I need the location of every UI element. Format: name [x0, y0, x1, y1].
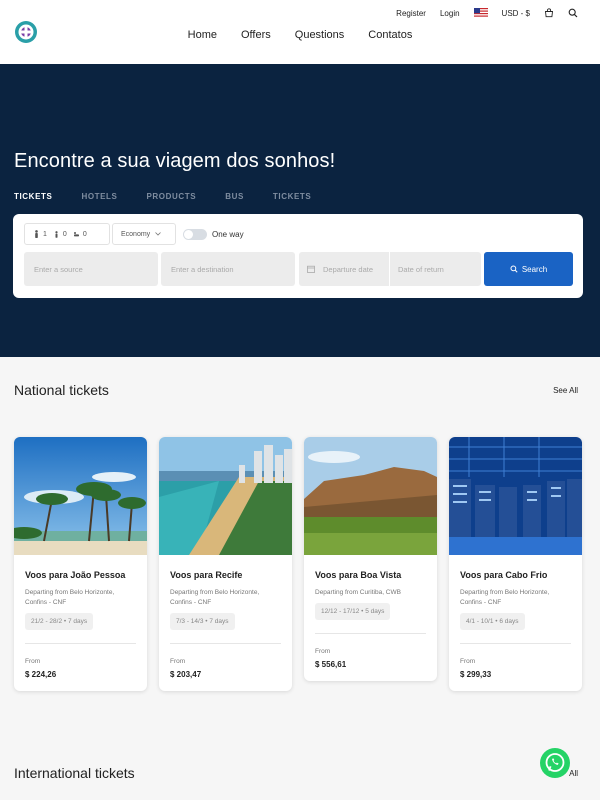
- card-title: Voos para João Pessoa: [25, 570, 126, 580]
- card-title: Voos para Cabo Frio: [460, 570, 548, 580]
- card-from-label: From: [315, 648, 331, 655]
- source-input[interactable]: Enter a source: [24, 252, 158, 286]
- cabin-class-select[interactable]: Economy: [112, 223, 176, 245]
- card-divider: [170, 643, 281, 644]
- destination-image-boa-vista: [304, 437, 437, 555]
- ticket-card[interactable]: Voos para Cabo Frio Departing from Belo …: [449, 437, 582, 691]
- national-tickets-title: National tickets: [14, 382, 109, 398]
- date-divider: [389, 252, 390, 286]
- card-price: $ 224,26: [25, 670, 57, 679]
- child-icon: [55, 231, 58, 238]
- tab-products[interactable]: PRODUCTS: [146, 192, 196, 201]
- ticket-card[interactable]: Voos para João Pessoa Departing from Bel…: [14, 437, 147, 691]
- whatsapp-chat-button[interactable]: [540, 748, 570, 778]
- tab-tickets-2[interactable]: TICKETS: [273, 192, 311, 201]
- whatsapp-icon: [545, 753, 565, 772]
- card-dates-badge: 21/2 - 28/2 • 7 days: [25, 613, 94, 630]
- card-dates-badge: 7/3 - 14/3 • 7 days: [170, 613, 235, 630]
- dates-field[interactable]: Departure date Date of return: [299, 252, 481, 286]
- search-icon: [510, 265, 518, 273]
- hero-banner: Encontre a sua viagem dos sonhos! TICKET…: [0, 64, 600, 357]
- international-see-all-link[interactable]: All: [569, 769, 578, 778]
- card-price: $ 203,47: [170, 670, 202, 679]
- card-route: Departing from Belo Horizonte, Confins -…: [460, 589, 550, 606]
- site-header: Register Login USD - $ Home Offers Quest…: [0, 0, 600, 64]
- search-button[interactable]: Search: [484, 252, 573, 286]
- card-route: Departing from Belo Horizonte, Confins -…: [170, 589, 260, 606]
- card-from-label: From: [25, 658, 41, 665]
- nav-questions[interactable]: Questions: [295, 29, 345, 41]
- search-card: 1 0 0 Economy One way Enter a source Ent…: [13, 214, 583, 298]
- card-divider: [315, 633, 426, 634]
- currency-selector[interactable]: USD - $: [502, 9, 530, 18]
- card-divider: [460, 643, 571, 644]
- login-link[interactable]: Login: [440, 9, 460, 18]
- destination-image-cabo-frio: [449, 437, 582, 555]
- us-flag-icon[interactable]: [473, 8, 488, 18]
- one-way-label: One way: [212, 230, 244, 239]
- ticket-card[interactable]: Voos para Recife Departing from Belo Hor…: [159, 437, 292, 691]
- one-way-toggle[interactable]: [183, 229, 207, 240]
- card-price: $ 299,33: [460, 670, 492, 679]
- card-route: Departing from Curitiba, CWB: [315, 589, 401, 596]
- card-from-label: From: [460, 658, 476, 665]
- tab-tickets[interactable]: TICKETS: [14, 192, 52, 201]
- card-dates-badge: 12/12 - 17/12 • 5 days: [315, 603, 391, 620]
- passenger-selector[interactable]: 1 0 0: [24, 223, 110, 245]
- card-route: Departing from Belo Horizonte, Confins -…: [25, 589, 115, 606]
- tab-bus[interactable]: BUS: [225, 192, 244, 201]
- chevron-down-icon: [155, 232, 161, 236]
- top-links: Register Login USD - $: [396, 8, 578, 18]
- national-see-all-link[interactable]: See All: [553, 386, 578, 395]
- adults-count: 1: [33, 230, 47, 238]
- return-date-input[interactable]: Date of return: [398, 265, 444, 274]
- infant-icon: [73, 232, 79, 237]
- ticket-card[interactable]: Voos para Boa Vista Departing from Curit…: [304, 437, 437, 681]
- card-divider: [25, 643, 136, 644]
- card-title: Voos para Boa Vista: [315, 570, 402, 580]
- card-title: Voos para Recife: [170, 570, 243, 580]
- search-tabs: TICKETS HOTELS PRODUCTS BUS TICKETS: [14, 192, 311, 201]
- infants-count: 0: [73, 230, 87, 238]
- adult-icon: [35, 230, 38, 238]
- nav-offers[interactable]: Offers: [241, 29, 271, 41]
- card-dates-badge: 4/1 - 10/1 • 6 days: [460, 613, 525, 630]
- destination-input[interactable]: Enter a destination: [161, 252, 295, 286]
- calendar-icon: [299, 252, 323, 286]
- hero-title: Encontre a sua viagem dos sonhos!: [14, 150, 336, 172]
- nav-contatos[interactable]: Contatos: [368, 29, 412, 41]
- card-price: $ 556,61: [315, 660, 347, 669]
- card-from-label: From: [170, 658, 186, 665]
- register-link[interactable]: Register: [396, 9, 426, 18]
- destination-image-joao-pessoa: [14, 437, 147, 555]
- destination-image-recife: [159, 437, 292, 555]
- nav-home[interactable]: Home: [188, 29, 217, 41]
- departure-date-input[interactable]: Departure date: [323, 265, 389, 274]
- cart-icon[interactable]: [544, 8, 554, 18]
- tab-hotels[interactable]: HOTELS: [81, 192, 117, 201]
- search-icon[interactable]: [568, 8, 578, 18]
- international-tickets-title: International tickets: [14, 765, 135, 781]
- main-nav: Home Offers Questions Contatos: [0, 29, 600, 41]
- children-count: 0: [53, 230, 67, 238]
